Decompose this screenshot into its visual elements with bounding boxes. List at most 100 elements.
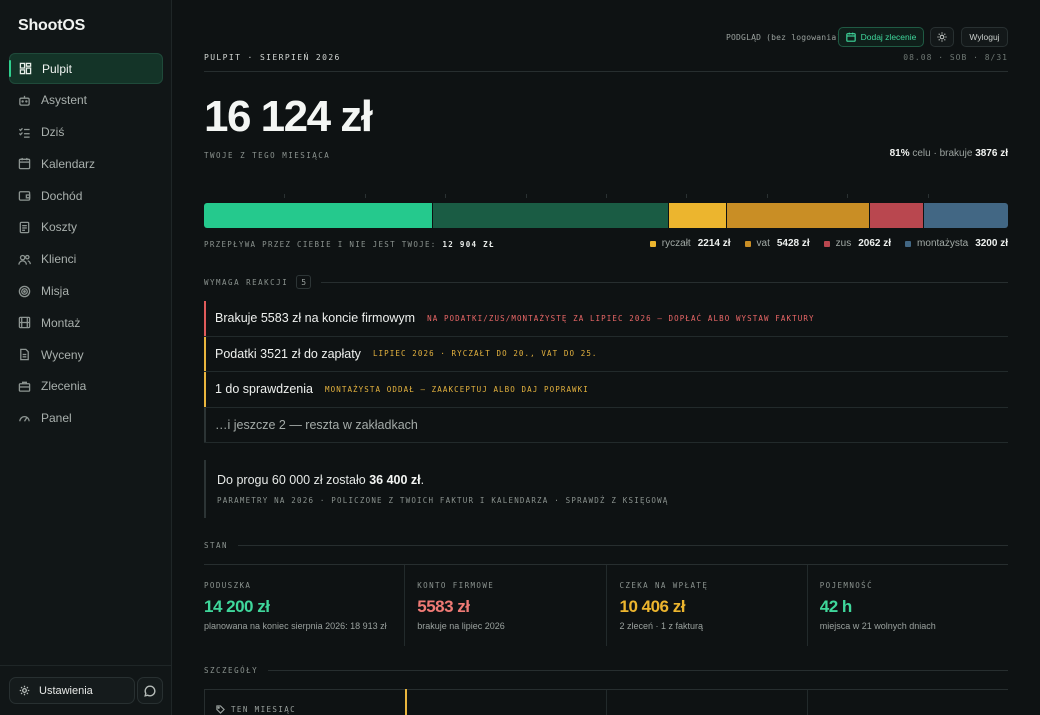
bar-tick bbox=[525, 194, 527, 198]
target-icon bbox=[18, 285, 31, 297]
stat-value: 10 406 zł bbox=[619, 597, 686, 616]
state-section-header: STAN bbox=[204, 541, 1008, 550]
legend-label: vat bbox=[756, 238, 770, 249]
bar-segment-montażysta bbox=[923, 203, 1008, 228]
bar-tick bbox=[364, 194, 366, 198]
sidebar-item-klienci[interactable]: Klienci bbox=[9, 244, 163, 275]
sidebar-item-zlecenia[interactable]: Zlecenia bbox=[9, 371, 163, 402]
sidebar-item-misja[interactable]: Misja bbox=[9, 276, 163, 307]
briefcase-icon bbox=[18, 381, 31, 392]
income-breakdown-bar bbox=[204, 203, 1008, 228]
stat-sub: miejsca w 21 wolnych dniach bbox=[819, 621, 936, 631]
sidebar-item-asystent[interactable]: Asystent bbox=[9, 85, 163, 116]
stat-card-capacity[interactable]: POJEMNOŚĆ 42 h miejsca w 21 wolnych dnia… bbox=[808, 565, 1008, 646]
bar-scale-ticks bbox=[204, 194, 1008, 200]
chat-bubble-icon bbox=[144, 684, 156, 697]
details-cell[interactable] bbox=[808, 690, 1008, 715]
sidebar-item-label: Panel bbox=[41, 411, 72, 426]
stat-card-pending-payment[interactable]: CZEKA NA WPŁATĘ 10 406 zł 2 zleceń · 1 z… bbox=[607, 565, 808, 646]
bar-tick bbox=[927, 194, 929, 198]
legend-swatch bbox=[744, 240, 751, 247]
settings-button[interactable]: Ustawienia bbox=[9, 677, 135, 704]
sidebar-item-montaz[interactable]: Montaż bbox=[9, 307, 163, 338]
stat-value: 14 200 zł bbox=[204, 597, 270, 616]
threshold-remaining: 36 400 zł bbox=[369, 473, 421, 487]
logout-button[interactable]: Wyloguj bbox=[961, 27, 1008, 47]
sidebar-item-koszty[interactable]: Koszty bbox=[9, 212, 163, 243]
bar-tick bbox=[686, 194, 688, 198]
settings-label: Ustawienia bbox=[39, 684, 93, 697]
sidebar-item-kalendarz[interactable]: Kalendarz bbox=[9, 148, 163, 179]
preview-mode-label: PODGLĄD (bez logowania) bbox=[726, 33, 842, 42]
dashboard-icon bbox=[19, 62, 32, 75]
details-cell-this-month[interactable]: TEN MIESIĄC bbox=[204, 690, 406, 715]
stat-sub: planowana na koniec sierpnia 2026: 18 91… bbox=[204, 621, 387, 631]
legend-item: vat 5428 zł bbox=[744, 238, 810, 249]
monthly-amount-label: TWOJE Z TEGO MIESIĄCA bbox=[204, 151, 331, 160]
sidebar-item-dzis[interactable]: Dziś bbox=[9, 117, 163, 148]
monthly-amount: 16 124 zł bbox=[204, 92, 373, 141]
bar-tick bbox=[847, 194, 849, 198]
state-section-title: STAN bbox=[204, 541, 229, 550]
bar-tick bbox=[766, 194, 768, 198]
legend-label: ryczałt bbox=[661, 238, 691, 249]
alert-title: Brakuje 5583 zł na koncie firmowym bbox=[215, 311, 416, 326]
goal-progress: 81% celu · brakuje 3876 zł bbox=[890, 148, 1008, 159]
legend-value: 5428 zł bbox=[776, 238, 810, 249]
current-date: 08.08 · SOB · 8/31 bbox=[903, 53, 1008, 62]
legend-value: 2062 zł bbox=[858, 238, 892, 249]
alert-review[interactable]: 1 do sprawdzenia MONTAŻYSTA ODDAŁ — ZAAK… bbox=[204, 372, 1008, 408]
theme-toggle-button[interactable] bbox=[930, 27, 954, 47]
sidebar-item-label: Montaż bbox=[41, 315, 81, 330]
alert-note: MONTAŻYSTA ODDAŁ — ZAAKCEPTUJ ALBO DAJ P… bbox=[324, 384, 589, 394]
stat-label: PODUSZKA bbox=[204, 581, 252, 590]
bar-segment-twoje-rezerwa bbox=[432, 203, 669, 228]
sidebar-item-label: Misja bbox=[41, 284, 70, 299]
alert-note: NA PODATKI/ZUS/MONTAŻYSTĘ ZA LIPIEC 2026… bbox=[427, 313, 815, 323]
sidebar-divider bbox=[0, 665, 172, 666]
sidebar-item-pulpit[interactable]: Pulpit bbox=[9, 53, 163, 84]
sidebar-item-label: Zlecenia bbox=[41, 379, 87, 394]
sidebar-item-dochod[interactable]: Dochód bbox=[9, 180, 163, 211]
chat-button[interactable] bbox=[137, 677, 163, 704]
sidebar-item-label: Pulpit bbox=[42, 61, 73, 76]
alert-note: LIPIEC 2026 · RYCZAŁT DO 20., VAT DO 25. bbox=[372, 349, 598, 359]
sidebar-item-panel[interactable]: Panel bbox=[9, 403, 163, 434]
gear-icon bbox=[19, 685, 30, 696]
sidebar: ShootOS Pulpit Asystent Dziś Kalendarz D… bbox=[0, 0, 172, 715]
gauge-icon bbox=[19, 415, 30, 422]
section-divider bbox=[238, 545, 1008, 546]
sidebar-nav: Pulpit Asystent Dziś Kalendarz Dochód Ko… bbox=[9, 53, 163, 435]
details-cell-text: TEN MIESIĄC bbox=[231, 705, 297, 714]
details-cell-label: TEN MIESIĄC bbox=[216, 705, 296, 714]
alert-more[interactable]: …i jeszcze 2 — reszta w zakładkach bbox=[204, 407, 1008, 443]
sun-icon bbox=[937, 32, 947, 42]
details-cell[interactable] bbox=[607, 690, 808, 715]
state-cards: PODUSZKA 14 200 zł planowana na koniec s… bbox=[204, 564, 1008, 646]
details-cell[interactable] bbox=[406, 690, 607, 715]
attention-count-badge: 5 bbox=[296, 275, 312, 289]
alert-company-account[interactable]: Brakuje 5583 zł na koncie firmowym NA PO… bbox=[204, 301, 1008, 337]
sidebar-item-label: Kalendarz bbox=[41, 156, 96, 171]
bar-tick bbox=[606, 194, 607, 198]
sidebar-item-label: Dziś bbox=[41, 125, 65, 140]
stat-label: CZEKA NA WPŁATĘ bbox=[619, 581, 709, 590]
sidebar-item-wyceny[interactable]: Wyceny bbox=[9, 339, 163, 370]
stat-value: 5583 zł bbox=[417, 597, 470, 616]
sidebar-item-label: Wyceny bbox=[41, 347, 84, 362]
pass-through-label: PRZEPŁYWA PRZEZ CIEBIE I NIE JEST TWOJE: bbox=[204, 240, 437, 249]
tag-icon bbox=[216, 705, 225, 714]
legend-swatch bbox=[905, 240, 912, 247]
stat-label: POJEMNOŚĆ bbox=[819, 581, 873, 590]
film-icon bbox=[18, 317, 31, 329]
stat-card-company-account[interactable]: KONTO FIRMOWE 5583 zł brakuje na lipiec … bbox=[405, 565, 607, 646]
legend-value: 3200 zł bbox=[975, 238, 1008, 249]
bar-segment-twoje bbox=[204, 203, 433, 228]
header-divider bbox=[204, 71, 1008, 72]
alert-taxes[interactable]: Podatki 3521 zł do zapłaty LIPIEC 2026 ·… bbox=[204, 336, 1008, 372]
legend-item: zus 2062 zł bbox=[823, 238, 892, 249]
add-order-button[interactable]: Dodaj zlecenie bbox=[838, 27, 924, 47]
alert-title: Podatki 3521 zł do zapłaty bbox=[215, 346, 361, 361]
stat-card-cushion[interactable]: PODUSZKA 14 200 zł planowana na koniec s… bbox=[204, 565, 406, 646]
section-divider bbox=[321, 281, 1008, 283]
